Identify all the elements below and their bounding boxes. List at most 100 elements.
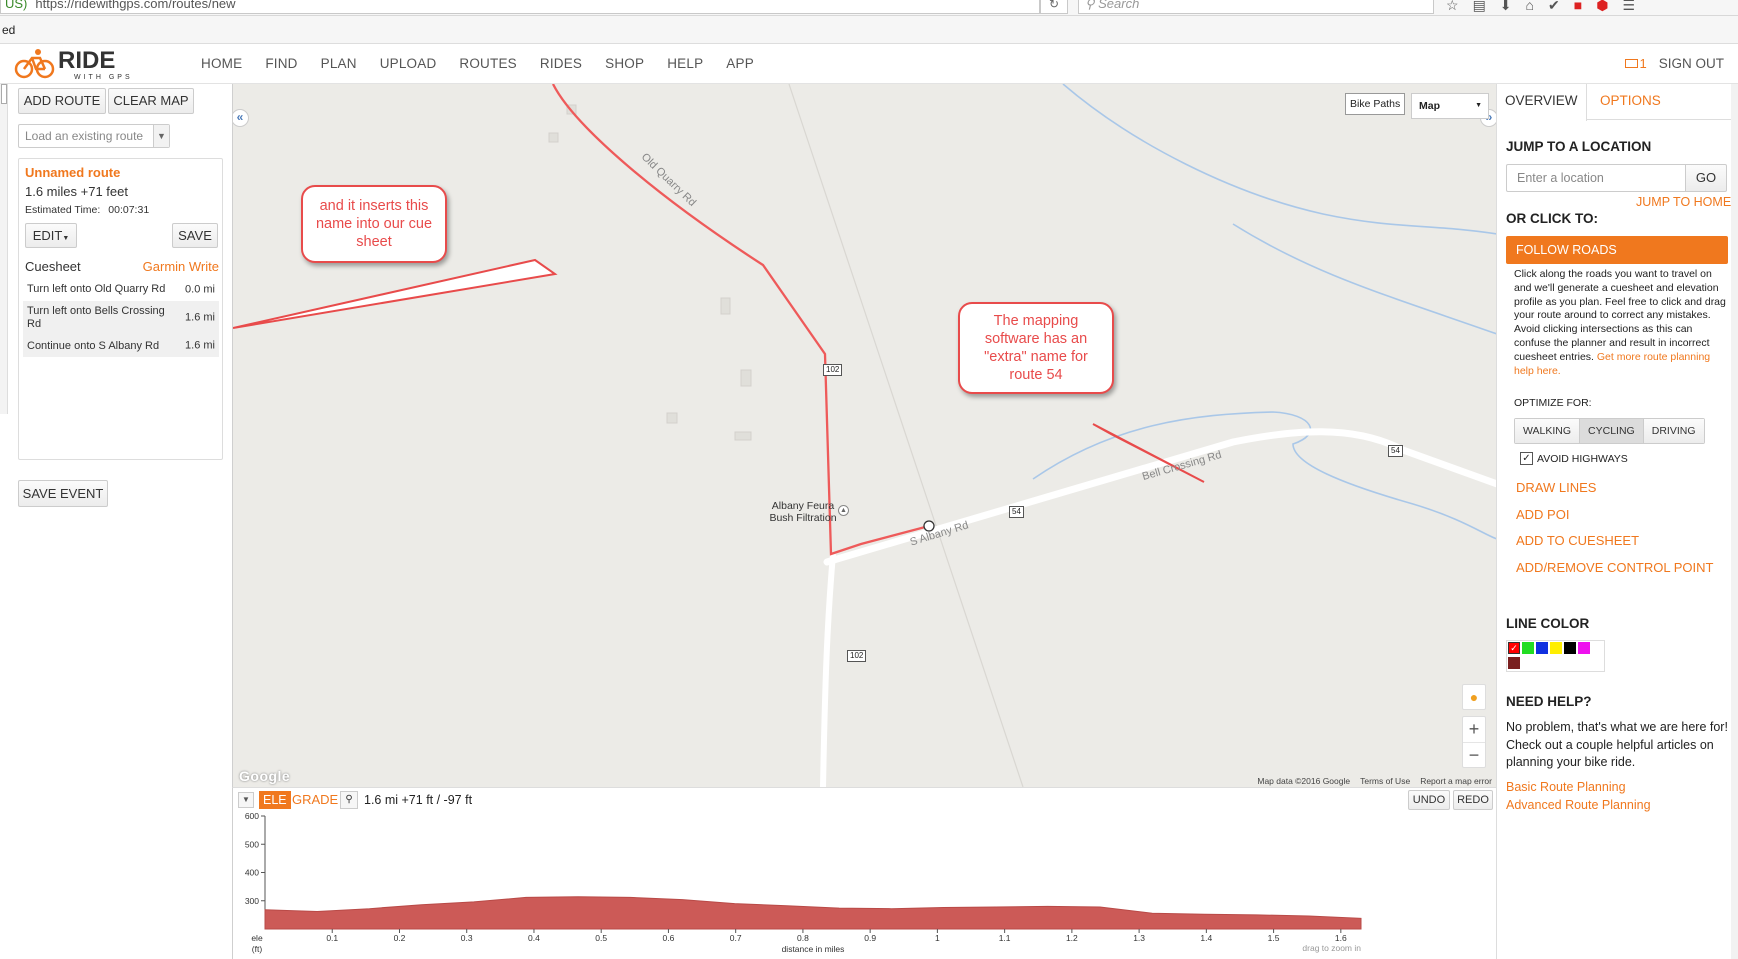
nav-find[interactable]: FIND: [265, 44, 297, 84]
tab-grade[interactable]: GRADE: [292, 791, 338, 809]
nav-routes[interactable]: ROUTES: [459, 44, 516, 84]
report-error-link[interactable]: Report a map error: [1420, 776, 1492, 786]
redo-button[interactable]: REDO: [1453, 790, 1493, 810]
line-color-swatches: ✓: [1506, 640, 1605, 672]
load-route-select[interactable]: Load an existing route ▼: [18, 124, 170, 148]
x-tick-label: 1.1: [999, 933, 1011, 943]
follow-desc-text: Click along the roads you want to travel…: [1514, 268, 1726, 363]
color-swatch-black[interactable]: [1564, 642, 1576, 654]
color-swatch-red[interactable]: ✓: [1508, 642, 1520, 654]
magnifier-icon[interactable]: ⚲: [340, 791, 358, 809]
optimize-walking[interactable]: WALKING: [1515, 419, 1580, 443]
add-route-button[interactable]: ADD ROUTE: [18, 88, 106, 114]
scroll-thumb[interactable]: [1, 84, 7, 104]
nav-shop[interactable]: SHOP: [605, 44, 644, 84]
sign-out-link[interactable]: SIGN OUT: [1659, 44, 1724, 84]
nav-help[interactable]: HELP: [667, 44, 703, 84]
jump-to-home-link[interactable]: JUMP TO HOME: [1636, 195, 1731, 209]
tab-overview[interactable]: OVERVIEW: [1497, 84, 1587, 121]
bike-paths-toggle[interactable]: Bike Paths: [1345, 93, 1406, 115]
home-icon[interactable]: ⌂: [1526, 0, 1534, 14]
jump-heading: JUMP TO A LOCATION: [1506, 139, 1652, 154]
pocket-icon[interactable]: ✔: [1548, 0, 1560, 14]
route-shield-102: 102: [823, 364, 843, 376]
save-button[interactable]: SAVE: [172, 223, 218, 248]
follow-roads-button[interactable]: FOLLOW ROADS: [1506, 236, 1728, 264]
map-attribution: Map data ©2016 Google Terms of Use Repor…: [1257, 776, 1492, 786]
zoom-in-icon[interactable]: +: [1463, 717, 1485, 742]
location-input[interactable]: Enter a location: [1506, 164, 1686, 192]
load-route-placeholder: Load an existing route: [25, 129, 144, 143]
optimize-cycling[interactable]: CYCLING: [1579, 419, 1643, 443]
undo-button[interactable]: UNDO: [1408, 790, 1450, 810]
elevation-chart[interactable]: 600 500 400 300 0.1 0.2 0.3 0.4 0.5 0.6 0.7 0.8 0.9 1…: [233, 812, 1497, 959]
y-tick-label: 600: [245, 812, 259, 821]
bookmark-star-icon[interactable]: ☆: [1446, 0, 1459, 14]
or-click-heading: OR CLICK TO:: [1506, 211, 1598, 226]
x-tick-label: 0.7: [730, 933, 742, 943]
avoid-highways-option[interactable]: ✓ AVOID HIGHWAYS: [1520, 452, 1628, 465]
drag-zoom-hint: drag to zoom in: [1302, 943, 1361, 953]
download-icon[interactable]: ⬇: [1500, 0, 1512, 14]
menu-icon[interactable]: ☰: [1622, 0, 1635, 14]
draw-lines-link[interactable]: DRAW LINES: [1516, 480, 1596, 495]
chevron-down-icon: ▼: [153, 125, 169, 147]
tab-elevation[interactable]: ELE: [259, 791, 291, 809]
poi-label-text: Albany Feura Bush Filtration: [769, 500, 837, 524]
route-name[interactable]: Unnamed route: [25, 165, 120, 180]
help-text: No problem, that's what we are here for!…: [1506, 720, 1728, 769]
reload-icon[interactable]: ↻: [1040, 0, 1068, 14]
color-swatch-green[interactable]: [1522, 642, 1534, 654]
save-event-button[interactable]: SAVE EVENT: [18, 480, 108, 507]
advanced-route-planning-link[interactable]: Advanced Route Planning: [1506, 798, 1651, 812]
cue-row[interactable]: Continue onto S Albany Rd 1.6 mi: [23, 335, 219, 357]
optimize-driving[interactable]: DRIVING: [1642, 419, 1704, 443]
elevation-stats: 1.6 mi +71 ft / -97 ft: [364, 793, 473, 807]
color-swatch-magenta[interactable]: [1578, 642, 1590, 654]
nav-rides[interactable]: RIDES: [540, 44, 582, 84]
adblock-icon[interactable]: ⬢: [1596, 0, 1608, 14]
street-view-icon[interactable]: ●: [1462, 684, 1486, 710]
add-poi-link[interactable]: ADD POI: [1516, 507, 1569, 522]
avoid-highways-label: AVOID HIGHWAYS: [1537, 452, 1628, 465]
nav-upload[interactable]: UPLOAD: [380, 44, 437, 84]
right-panel: OVERVIEW OPTIONS JUMP TO A LOCATION Ente…: [1496, 84, 1738, 959]
garmin-write-link[interactable]: Garmin Write: [143, 255, 219, 279]
zoom-out-icon[interactable]: −: [1463, 742, 1485, 767]
reading-list-icon[interactable]: ▤: [1473, 0, 1486, 14]
add-to-cuesheet-link[interactable]: ADD TO CUESHEET: [1516, 533, 1639, 548]
nav-plan[interactable]: PLAN: [321, 44, 357, 84]
tab-options[interactable]: OPTIONS: [1592, 84, 1669, 120]
page-scrollbar[interactable]: [1731, 84, 1738, 959]
color-swatch-blue[interactable]: [1536, 642, 1548, 654]
x-tick-label: 0.2: [394, 933, 406, 943]
map-canvas[interactable]: Old Quarry Rd Bell Crossing Rd S Albany …: [232, 84, 1496, 787]
go-button[interactable]: GO: [1685, 164, 1727, 192]
cue-row[interactable]: Turn left onto Bells Crossing Rd 1.6 mi: [23, 300, 219, 336]
color-swatch-maroon[interactable]: [1508, 657, 1520, 669]
y-tick-label: 300: [245, 896, 259, 906]
nav-app[interactable]: APP: [726, 44, 754, 84]
nav-home[interactable]: HOME: [201, 44, 242, 84]
left-scrollbar[interactable]: [0, 84, 8, 414]
collapse-elevation-icon[interactable]: ▼: [238, 792, 254, 808]
zoom-controls: + −: [1462, 716, 1486, 768]
color-swatch-yellow[interactable]: [1550, 642, 1562, 654]
ride-with-gps-logo[interactable]: RIDE WITH GPS: [12, 47, 172, 81]
terms-link[interactable]: Terms of Use: [1360, 776, 1410, 786]
estimated-time-value: 00:07:31: [108, 204, 150, 216]
add-remove-control-point-link[interactable]: ADD/REMOVE CONTROL POINT: [1516, 560, 1713, 575]
extension-icon[interactable]: ■: [1574, 0, 1582, 14]
edit-button[interactable]: EDIT▼: [25, 223, 77, 248]
url-bar[interactable]: US) https://ridewithgps.com/routes/new: [0, 0, 1040, 14]
route-shield-54: 54: [1009, 506, 1024, 518]
y-axis-unit: (ft): [252, 944, 263, 954]
map-type-select[interactable]: Map ▼: [1411, 93, 1489, 119]
cue-row[interactable]: Turn left onto Old Quarry Rd 0.0 mi: [23, 279, 219, 301]
messages-link[interactable]: 1: [1624, 44, 1647, 84]
avoid-highways-checkbox[interactable]: ✓: [1520, 452, 1533, 465]
browser-search-input[interactable]: ⚲ Search: [1078, 0, 1434, 14]
clear-map-button[interactable]: CLEAR MAP: [108, 88, 194, 114]
basic-route-planning-link[interactable]: Basic Route Planning: [1506, 780, 1626, 794]
poi-albany-feura-bush-filtration[interactable]: Albany Feura Bush Filtration: [755, 500, 851, 524]
